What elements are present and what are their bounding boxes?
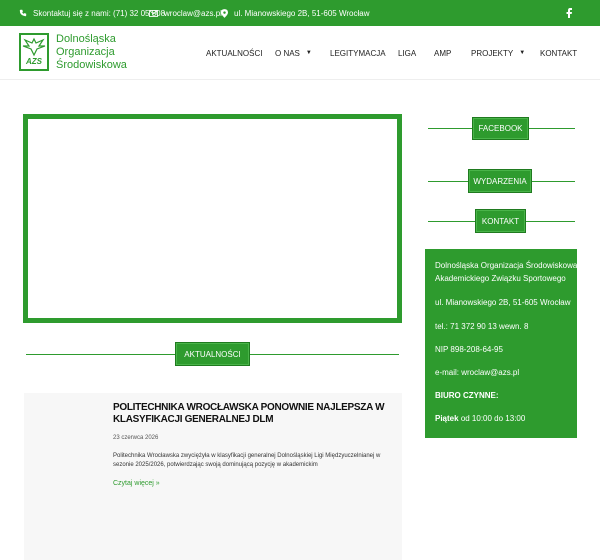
events-section-heading: WYDARZENIA xyxy=(468,169,532,193)
topbar-email-text: wroclaw@azs.pl xyxy=(164,8,222,18)
nav-item-amp[interactable]: AMP xyxy=(434,26,451,80)
divider-line xyxy=(526,221,575,222)
brand-line-2: Organizacja xyxy=(56,46,115,58)
eagle-icon xyxy=(22,37,46,57)
nav-item-kontakt[interactable]: KONTAKT xyxy=(540,26,577,80)
article-title[interactable]: POLITECHNIKA WROCŁAWSKA PONOWNIE NAJLEPS… xyxy=(113,402,403,426)
facebook-icon[interactable] xyxy=(566,0,572,26)
topbar-email[interactable]: wroclaw@azs.pl xyxy=(149,0,222,26)
brand-line-1: Dolnośląska xyxy=(56,33,116,45)
mail-icon xyxy=(149,9,158,17)
contact-email[interactable]: e-mail: wroclaw@azs.pl xyxy=(435,368,519,377)
location-pin-icon xyxy=(221,8,228,18)
logo-text: AZS xyxy=(26,57,42,66)
divider-line xyxy=(532,181,575,182)
topbar-phone[interactable]: Skontaktuj się z nami: (71) 32 05 808 xyxy=(19,0,165,26)
divider-line xyxy=(26,354,175,355)
topbar-address: ul. Mianowskiego 2B, 51-605 Wrocław xyxy=(221,0,369,26)
office-hours-label: BIURO CZYNNE: xyxy=(435,391,499,400)
article-date: 23 czerwca 2026 xyxy=(113,435,159,441)
nav-label: KONTAKT xyxy=(540,48,578,58)
phone-icon xyxy=(19,9,27,17)
nav-label: O NAS xyxy=(275,48,300,58)
article-excerpt: Politechnika Wrocławska zwyciężyła w kla… xyxy=(113,453,381,468)
nav-item-liga[interactable]: LIGA xyxy=(398,26,416,80)
facebook-section-heading: FACEBOOK xyxy=(472,117,529,140)
nav-label: LEGITYMACJA xyxy=(330,48,386,58)
caret-down-icon: ▼ xyxy=(519,50,526,56)
nav-label: PROJEKTY xyxy=(471,48,514,58)
contact-address: ul. Mianowskiego 2B, 51-605 Wrocław xyxy=(435,298,571,307)
nav-item-o-nas[interactable]: O NAS ▼ xyxy=(275,26,312,80)
nav-label: LIGA xyxy=(398,48,417,58)
nav-label: AKTUALNOŚCI xyxy=(206,48,263,58)
top-bar: Skontaktuj się z nami: (71) 32 05 808 wr… xyxy=(0,0,600,26)
nav-item-legitymacja[interactable]: LEGITYMACJA xyxy=(330,26,386,80)
contact-org-line-2: Akademickiego Związku Sportowego xyxy=(435,274,566,283)
topbar-address-text: ul. Mianowskiego 2B, 51-605 Wrocław xyxy=(234,8,370,18)
contact-nip: NIP 898-208-64-95 xyxy=(435,345,503,354)
nav-item-aktualnosci[interactable]: AKTUALNOŚCI xyxy=(206,26,262,80)
nav-label: AMP xyxy=(434,48,452,58)
logo[interactable]: AZS xyxy=(19,33,49,71)
site-header: AZS Dolnośląska Organizacja Środowiskowa… xyxy=(0,26,600,80)
contact-phone[interactable]: tel.: 71 372 90 13 wewn. 8 xyxy=(435,322,528,331)
brand-name[interactable]: Dolnośląska Organizacja Środowiskowa xyxy=(56,33,127,72)
read-more-link[interactable]: Czytaj więcej » xyxy=(113,480,160,487)
office-hours: Piątek od 10:00 do 13:00 xyxy=(435,414,525,423)
divider-line xyxy=(529,128,575,129)
office-hours-day: Piątek xyxy=(435,414,459,423)
contact-section-heading: KONTAKT xyxy=(475,209,526,233)
contact-org-line-1: Dolnośląska Organizacja Środowiskowa xyxy=(435,261,578,270)
news-section-heading: AKTUALNOŚCI xyxy=(175,342,250,366)
office-hours-time: od 10:00 do 13:00 xyxy=(460,414,526,423)
contact-box: Dolnośląska Organizacja Środowiskowa Aka… xyxy=(425,249,577,438)
caret-down-icon: ▼ xyxy=(305,50,312,56)
divider-line xyxy=(428,181,468,182)
brand-line-3: Środowiskowa xyxy=(56,59,127,71)
divider-line xyxy=(428,128,472,129)
embedded-video-frame[interactable] xyxy=(23,114,402,323)
divider-line xyxy=(250,354,399,355)
divider-line xyxy=(428,221,475,222)
topbar-phone-text: Skontaktuj się z nami: (71) 32 05 808 xyxy=(33,8,166,18)
nav-item-projekty[interactable]: PROJEKTY ▼ xyxy=(471,26,525,80)
